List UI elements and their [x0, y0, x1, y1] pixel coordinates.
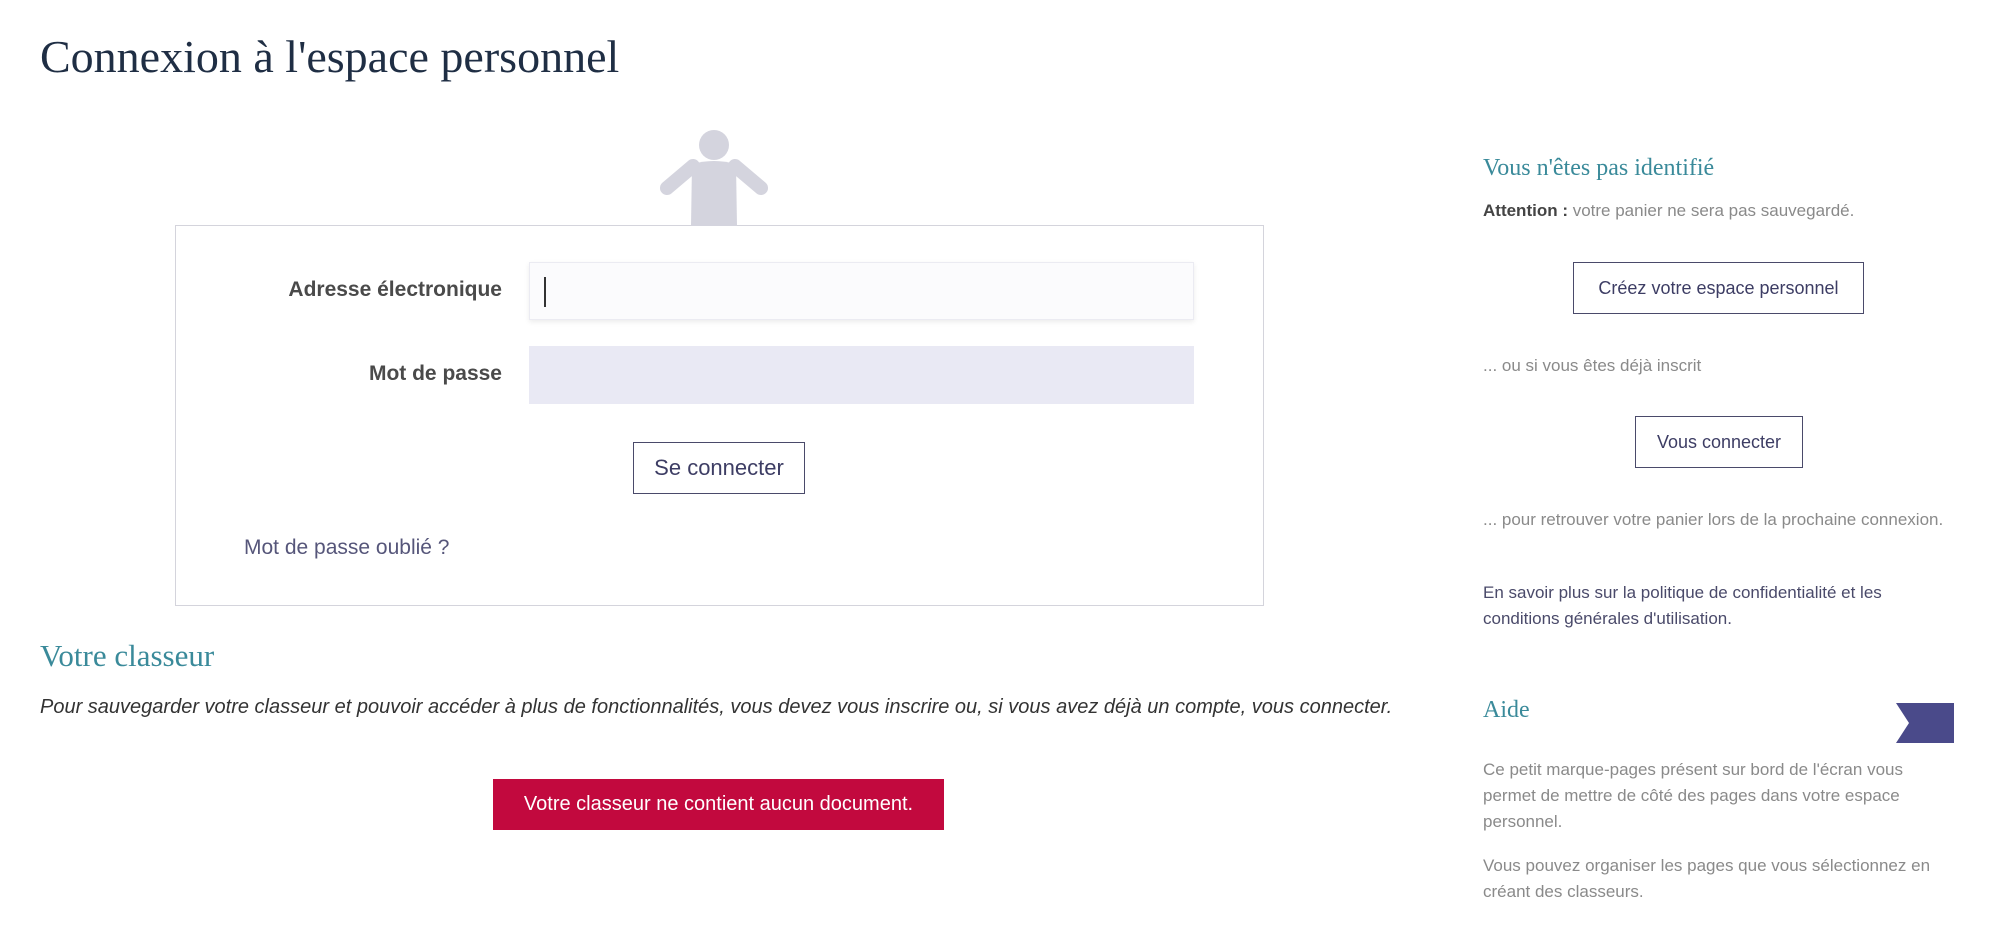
- attention-text: votre panier ne sera pas sauvegardé.: [1567, 201, 1855, 220]
- bookmark-icon[interactable]: [1896, 703, 1954, 743]
- sidebar-title: Vous n'êtes pas identifié: [1483, 155, 1715, 181]
- attention-label: Attention :: [1483, 201, 1568, 220]
- binder-empty-notice: Votre classeur ne contient aucun documen…: [493, 779, 944, 830]
- email-label: Adresse électronique: [288, 278, 502, 301]
- password-input[interactable]: [529, 346, 1194, 404]
- help-text-bookmark: Ce petit marque-pages présent sur bord d…: [1483, 760, 1903, 831]
- binder-description: Pour sauvegarder votre classeur et pouvo…: [40, 696, 1393, 718]
- forgot-password-link[interactable]: Mot de passe oublié ?: [244, 536, 449, 560]
- page-title: Connexion à l'espace personnel: [40, 31, 620, 82]
- help-text-organize: Vous pouvez organiser les pages que vous…: [1483, 856, 1931, 901]
- sidebar-attention: Attention : votre panier ne sera pas sau…: [1483, 198, 1854, 224]
- login-button[interactable]: Se connecter: [633, 442, 805, 494]
- email-input[interactable]: [529, 262, 1194, 320]
- help-title: Aide: [1483, 697, 1530, 723]
- binder-title: Votre classeur: [40, 638, 215, 673]
- user-icon: [660, 130, 768, 226]
- sidebar-retrieve-text: ... pour retrouver votre panier lors de …: [1483, 510, 1944, 529]
- text-caret: [544, 277, 546, 307]
- create-account-button[interactable]: Créez votre espace personnel: [1573, 262, 1864, 314]
- privacy-link[interactable]: En savoir plus sur la politique de confi…: [1483, 580, 1953, 632]
- password-label: Mot de passe: [368, 362, 502, 385]
- sidebar-login-button[interactable]: Vous connecter: [1635, 416, 1803, 468]
- sidebar-or-text: ... ou si vous êtes déjà inscrit: [1483, 356, 1702, 375]
